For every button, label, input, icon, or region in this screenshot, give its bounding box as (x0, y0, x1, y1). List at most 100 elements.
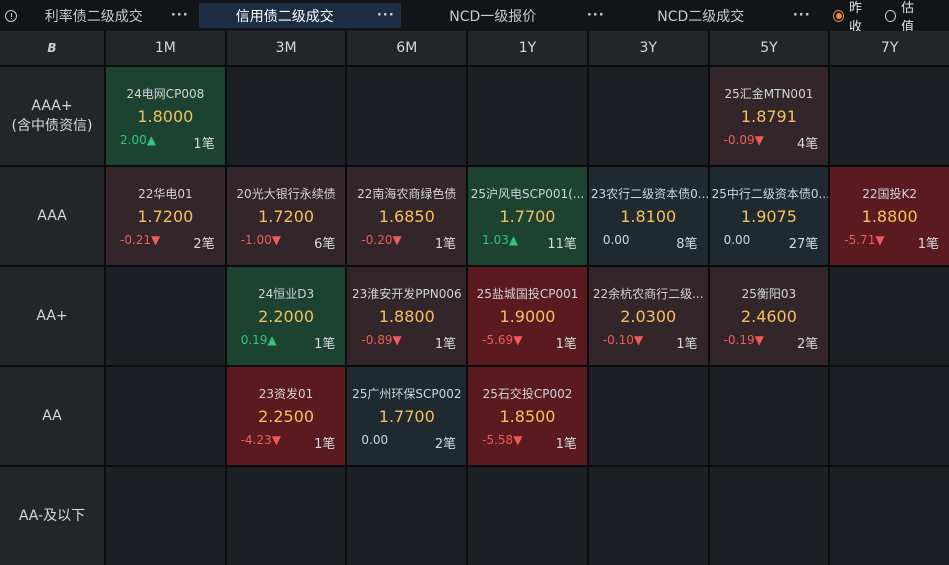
bond-name: 22南海农商绿色债 (357, 187, 457, 201)
trade-count: 8笔 (676, 237, 698, 252)
tab-label: 利率债二级成交 (44, 8, 143, 25)
row-header-rating: AAA (0, 167, 104, 265)
bond-change: -0.10▼ (602, 333, 644, 347)
bond-change: 0.00 (602, 233, 630, 247)
matrix-cell (106, 467, 225, 565)
bond-yield: 1.8100 (620, 207, 677, 226)
column-header-tenor[interactable]: 1Y (468, 31, 587, 65)
trade-count: 6笔 (314, 237, 336, 252)
more-options-icon[interactable]: ··· (581, 8, 611, 23)
column-header-tenor[interactable]: 5Y (709, 31, 829, 65)
price-basis-radio-group: 昨收 估值 (821, 0, 949, 35)
bond-yield: 1.7700 (499, 207, 556, 226)
matrix-cell[interactable]: 25石交投CP002 1.8500 -5.58▼ 1笔 (468, 367, 587, 465)
matrix-cell (709, 367, 829, 465)
bond-name: 23淮安开发PPN006 (351, 287, 462, 301)
matrix-cell (347, 467, 467, 565)
matrix-cell (830, 467, 949, 565)
tab-1[interactable]: 利率债二级成交 ··· (23, 3, 195, 28)
matrix-cell[interactable]: 24电网CP008 1.8000 2.00▲ 1笔 (106, 67, 225, 165)
bond-name: 22余杭农商行二级... (592, 287, 704, 301)
matrix-cell (709, 467, 829, 565)
bond-name: 25沪风电SCP001(... (470, 187, 585, 201)
tab-4[interactable]: NCD二级成交 ··· (615, 3, 817, 28)
bond-yield: 1.8500 (499, 407, 556, 426)
trade-count: 2笔 (797, 337, 819, 352)
tab-2[interactable]: 信用债二级成交 ··· (198, 3, 401, 28)
matrix-cell[interactable]: 25广州环保SCP002 1.7700 0.00 2笔 (347, 367, 467, 465)
bond-yield: 1.7700 (378, 407, 435, 426)
bond-yield: 1.9000 (499, 307, 556, 326)
matrix-cell[interactable]: 20光大银行永续债 1.7200 -1.00▼ 6笔 (226, 167, 346, 265)
tab-3[interactable]: NCD一级报价 ··· (405, 3, 611, 28)
matrix-cell[interactable]: 22国投K2 1.8800 -5.71▼ 1笔 (830, 167, 949, 265)
column-header-tenor[interactable]: 1M (106, 31, 225, 65)
matrix-cell[interactable]: 22余杭农商行二级... 2.0300 -0.10▼ 1笔 (588, 267, 708, 365)
info-button[interactable] (0, 0, 23, 31)
bond-change: 0.00 (723, 233, 751, 247)
bond-yield: 1.8800 (861, 207, 918, 226)
matrix-cell[interactable]: 25盐城国投CP001 1.9000 -5.69▼ 1笔 (468, 267, 587, 365)
bond-name: 25广州环保SCP002 (352, 387, 462, 401)
more-options-icon[interactable]: ··· (165, 8, 195, 23)
bond-name: 22华电01 (138, 187, 193, 201)
matrix-cell[interactable]: 25沪风电SCP001(... 1.7700 1.03▲ 11笔 (468, 167, 587, 265)
column-header-tenor[interactable]: 3Y (588, 31, 708, 65)
bond-name: 23农行二级资本债0... (590, 187, 708, 201)
corner-cell[interactable]: B (0, 31, 104, 65)
bond-name: 24电网CP008 (126, 87, 205, 101)
matrix-cell[interactable]: 23农行二级资本债0... 1.8100 0.00 8笔 (588, 167, 708, 265)
column-header-tenor[interactable]: 7Y (830, 31, 949, 65)
tab-label: NCD二级成交 (657, 8, 745, 25)
bond-name: 25盐城国投CP001 (476, 287, 579, 301)
row-header-rating: AA (0, 367, 104, 465)
bond-change: -0.20▼ (361, 233, 402, 247)
bond-yield: 1.8000 (137, 107, 194, 126)
more-options-icon[interactable]: ··· (787, 8, 817, 23)
bond-name: 25衡阳03 (741, 287, 797, 301)
bond-name: 20光大银行永续债 (236, 187, 336, 201)
matrix-cell[interactable]: 25汇金MTN001 1.8791 -0.09▼ 4笔 (709, 67, 829, 165)
trade-count: 1笔 (434, 337, 457, 352)
matrix-cell (106, 367, 225, 465)
trade-count: 1笔 (434, 237, 457, 252)
matrix-cell (830, 67, 949, 165)
matrix-cell[interactable]: 25衡阳03 2.4600 -0.19▼ 2笔 (709, 267, 829, 365)
trade-count: 1笔 (555, 437, 577, 452)
matrix-cell[interactable]: 23资发01 2.2500 -4.23▼ 1笔 (226, 367, 346, 465)
matrix-cell (347, 67, 467, 165)
bond-yield: 1.8791 (740, 107, 797, 126)
matrix-cell (468, 467, 587, 565)
bond-name: 25中行二级资本债0... (711, 187, 829, 201)
bond-yield: 2.2500 (258, 407, 315, 426)
column-header-tenor[interactable]: 6M (347, 31, 467, 65)
trade-count: 27笔 (788, 237, 819, 252)
trade-count: 11笔 (547, 237, 577, 252)
matrix-cell[interactable]: 22华电01 1.7200 -0.21▼ 2笔 (106, 167, 225, 265)
matrix-cell[interactable]: 22南海农商绿色债 1.6850 -0.20▼ 1笔 (347, 167, 467, 265)
matrix-cell[interactable]: 24恒业D3 2.2000 0.19▲ 1笔 (226, 267, 346, 365)
matrix-cell (106, 267, 225, 365)
column-header-tenor[interactable]: 3M (226, 31, 346, 65)
trade-count: 2笔 (193, 237, 215, 252)
bond-yield: 1.8800 (378, 307, 435, 326)
rating-tenor-matrix: B 1M 3M 6M 1Y 3Y 5Y 7Y AAA+ (含中债资信) 24电网CP008 1.8… (0, 31, 949, 565)
more-options-icon[interactable]: ··· (371, 8, 401, 23)
bond-change: -5.69▼ (482, 333, 523, 347)
trade-count: 2笔 (434, 437, 457, 452)
matrix-cell (588, 367, 708, 465)
radio-option-1[interactable]: 昨收 (832, 0, 873, 35)
radio-option-2[interactable]: 估值 (884, 0, 925, 35)
bond-yield: 1.7200 (258, 207, 315, 226)
matrix-cell[interactable]: 25中行二级资本债0... 1.9075 0.00 27笔 (709, 167, 829, 265)
matrix-cell[interactable]: 23淮安开发PPN006 1.8800 -0.89▼ 1笔 (347, 267, 467, 365)
bond-yield: 1.7200 (137, 207, 194, 226)
bond-name: 25石交投CP002 (482, 387, 573, 401)
trade-count: 1笔 (555, 337, 577, 352)
bond-change: 2.00▲ (120, 133, 156, 147)
bond-change: 0.19▲ (240, 333, 277, 347)
bond-yield: 1.6850 (378, 207, 435, 226)
trade-count: 1笔 (314, 337, 336, 352)
bond-yield: 2.4600 (740, 307, 797, 326)
bond-change: -0.89▼ (361, 333, 402, 347)
